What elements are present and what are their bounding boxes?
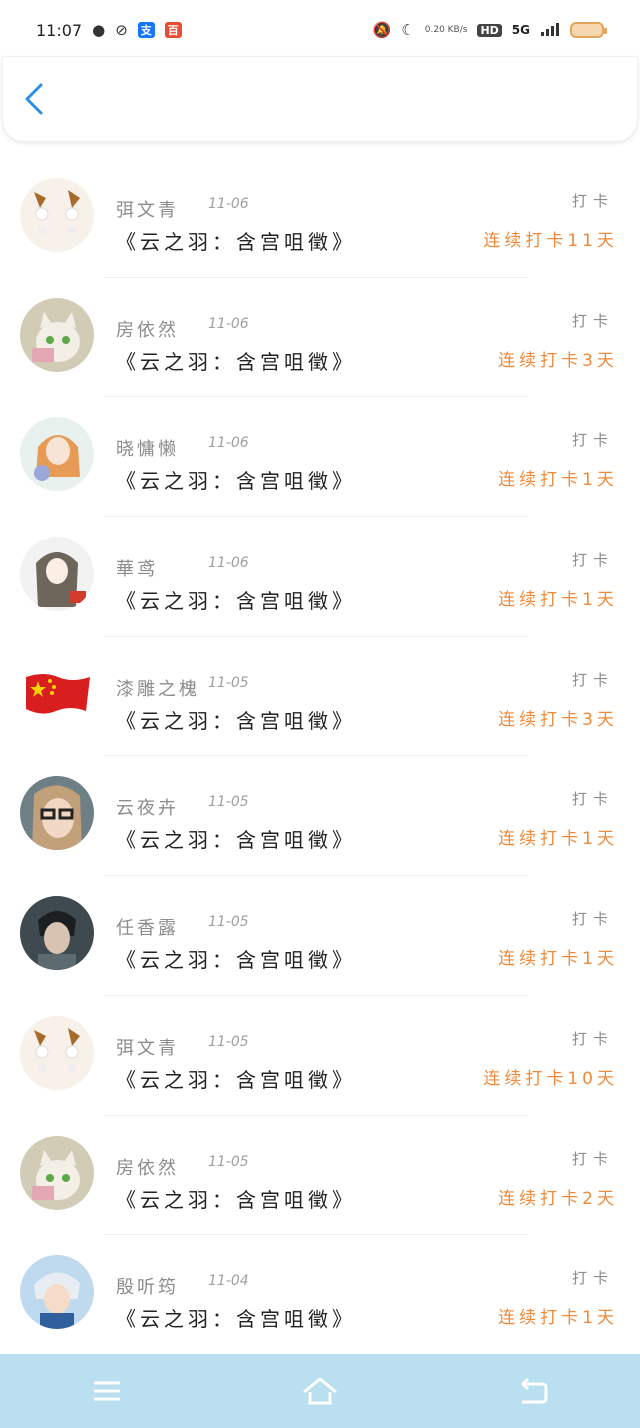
streak-text: 连续打卡11天: [483, 231, 618, 251]
streak-text: 连续打卡1天: [498, 1308, 618, 1329]
checkin-label: 打卡: [571, 431, 614, 450]
moon-icon: ☾: [401, 21, 415, 39]
book-title: 《云之羽：含宫咀徵》: [116, 708, 356, 733]
streak-text: 连续打卡3天: [498, 709, 618, 730]
back-icon: [521, 1378, 548, 1404]
menu-icon: [93, 1381, 120, 1401]
list-item[interactable]: 房依然 11-06 《云之羽：含宫咀徵》 打卡 连续打卡3天: [0, 278, 640, 398]
list-item[interactable]: 弭文青 11-06 《云之羽：含宫咀徵》 打卡 连续打卡11天: [0, 158, 640, 278]
streak-text: 连续打卡1天: [498, 470, 618, 491]
return-button[interactable]: [503, 1366, 563, 1416]
checkin-label: 打卡: [571, 790, 614, 809]
user-name[interactable]: 房依然: [116, 1154, 179, 1180]
avatar[interactable]: [20, 537, 94, 612]
checkin-label: 打卡: [571, 670, 614, 689]
user-name[interactable]: 弭文青: [116, 1034, 179, 1060]
avatar[interactable]: [20, 178, 94, 252]
checkin-list: 弭文青 11-06 《云之羽：含宫咀徵》 打卡 连续打卡11天 房依然 11-0…: [0, 158, 640, 1355]
streak-text: 连续打卡1天: [498, 829, 618, 850]
list-item[interactable]: 華鸢 11-06 《云之羽：含宫咀徵》 打卡 连续打卡1天: [0, 517, 640, 637]
list-item[interactable]: 晓慵懒 11-06 《云之羽：含宫咀徵》 打卡 连续打卡1天: [0, 397, 640, 518]
user-name[interactable]: 房依然: [116, 316, 179, 342]
book-title: 《云之羽：含宫咀徵》: [116, 1067, 356, 1092]
checkin-date: 11-05: [208, 914, 249, 931]
checkin-label: 打卡: [571, 551, 614, 570]
checkin-date: 11-06: [208, 196, 249, 212]
status-bar: 11:07 ● ⊘ 支 百 🔕 ☾ 0.20 KB/s HD 5G: [0, 0, 640, 60]
battery-icon: [570, 22, 607, 38]
checkin-date: 11-04: [208, 1273, 249, 1290]
list-item[interactable]: 殷听筠 11-04 《云之羽：含宫咀徵》 打卡 连续打卡1天: [0, 1235, 640, 1355]
user-name[interactable]: 任香露: [116, 914, 179, 940]
home-button[interactable]: [290, 1366, 350, 1416]
streak-text: 连续打卡10天: [483, 1068, 618, 1089]
list-item[interactable]: 漆雕之槐 11-05 《云之羽：含宫咀徵》 打卡 连续打卡3天: [0, 637, 640, 757]
avatar[interactable]: [24, 671, 92, 717]
list-item[interactable]: 房依然 11-05 《云之羽：含宫咀徵》 打卡 连续打卡2天: [0, 1116, 640, 1236]
checkin-label: 打卡: [571, 192, 614, 210]
checkin-label: 打卡: [571, 1029, 614, 1048]
avatar[interactable]: [20, 1255, 94, 1330]
book-title: 《云之羽：含宫咀徵》: [116, 948, 356, 973]
user-name[interactable]: 云夜卉: [116, 794, 179, 820]
list-item[interactable]: 任香露 11-05 《云之羽：含宫咀徵》 打卡 连续打卡1天: [0, 876, 640, 996]
streak-text: 连续打卡1天: [498, 590, 618, 611]
wechat-icon: ●: [92, 21, 106, 39]
checkin-label: 打卡: [571, 1269, 614, 1288]
status-right: 🔕 ☾ 0.20 KB/s HD 5G: [372, 21, 607, 40]
net-speed: 0.20 KB/s: [424, 25, 468, 35]
streak-text: 连续打卡1天: [498, 949, 618, 970]
home-icon: [303, 1377, 337, 1405]
status-left: 11:07 ● ⊘ 支 百: [36, 21, 182, 40]
user-name[interactable]: 華鸢: [116, 555, 158, 581]
book-title: 《云之羽：含宫咀徵》: [116, 1307, 356, 1332]
back-button[interactable]: [21, 81, 57, 121]
avatar[interactable]: [20, 1135, 94, 1210]
streak-text: 连续打卡2天: [498, 1188, 618, 1209]
list-item[interactable]: 云夜卉 11-05 《云之羽：含宫咀徵》 打卡 连续打卡1天: [0, 756, 640, 877]
checkin-date: 11-06: [208, 315, 249, 332]
alipay-icon: 支: [137, 22, 155, 38]
signal-bars-icon: [540, 21, 560, 40]
checkin-date: 11-05: [208, 794, 249, 811]
status-time: 11:07: [36, 20, 83, 40]
checkin-label: 打卡: [571, 910, 614, 929]
user-name[interactable]: 晓慵懒: [116, 435, 179, 461]
avatar[interactable]: [20, 896, 94, 971]
menu-button[interactable]: [77, 1366, 137, 1416]
hd-badge: HD: [477, 23, 502, 37]
signal-label: 5G: [511, 23, 530, 37]
avatar[interactable]: [20, 297, 94, 372]
chevron-left-icon: [25, 83, 43, 115]
checkin-date: 11-05: [208, 1033, 249, 1050]
book-title: 《云之羽：含宫咀徵》: [116, 349, 356, 374]
book-title: 《云之羽：含宫咀徵》: [116, 1187, 356, 1212]
streak-text: 连续打卡3天: [498, 350, 618, 371]
checkin-label: 打卡: [571, 1149, 614, 1168]
book-title: 《云之羽：含宫咀徵》: [116, 589, 356, 614]
app-icon: ⊘: [115, 21, 128, 39]
baidu-icon: 百: [164, 22, 182, 38]
checkin-date: 11-05: [208, 674, 249, 691]
book-title: 《云之羽：含宫咀徵》: [116, 230, 356, 254]
book-title: 《云之羽：含宫咀徵》: [116, 828, 356, 853]
page-header: [2, 56, 638, 142]
checkin-date: 11-05: [208, 1153, 249, 1170]
avatar[interactable]: [20, 776, 94, 851]
avatar[interactable]: [20, 1015, 94, 1090]
user-name[interactable]: 殷听筠: [116, 1273, 179, 1299]
user-name[interactable]: 漆雕之槐: [116, 675, 200, 701]
avatar[interactable]: [20, 417, 94, 492]
list-item[interactable]: 弭文青 11-05 《云之羽：含宫咀徵》 打卡 连续打卡10天: [0, 996, 640, 1116]
checkin-date: 11-06: [208, 555, 249, 572]
user-name[interactable]: 弭文青: [116, 196, 179, 222]
system-navbar: [0, 1354, 640, 1428]
mute-icon: 🔕: [372, 21, 392, 39]
checkin-date: 11-06: [208, 435, 249, 452]
book-title: 《云之羽：含宫咀徵》: [116, 469, 356, 494]
checkin-label: 打卡: [571, 311, 614, 330]
